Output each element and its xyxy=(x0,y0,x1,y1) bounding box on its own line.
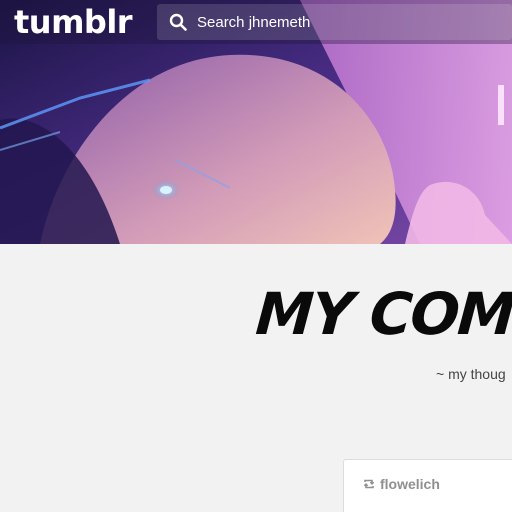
search-input[interactable] xyxy=(197,13,497,31)
reblog-icon xyxy=(362,477,376,491)
blog-subtitle: ~ my thoug xyxy=(436,366,506,382)
post-header: flowelich xyxy=(362,476,440,492)
search-bar[interactable] xyxy=(157,4,512,40)
search-icon[interactable] xyxy=(169,13,187,31)
post-author-link[interactable]: flowelich xyxy=(380,476,440,492)
tumblr-logo[interactable]: tumblr xyxy=(14,0,133,44)
post-card: flowelich xyxy=(343,459,512,512)
blog-title: MY COMM xyxy=(253,280,512,348)
